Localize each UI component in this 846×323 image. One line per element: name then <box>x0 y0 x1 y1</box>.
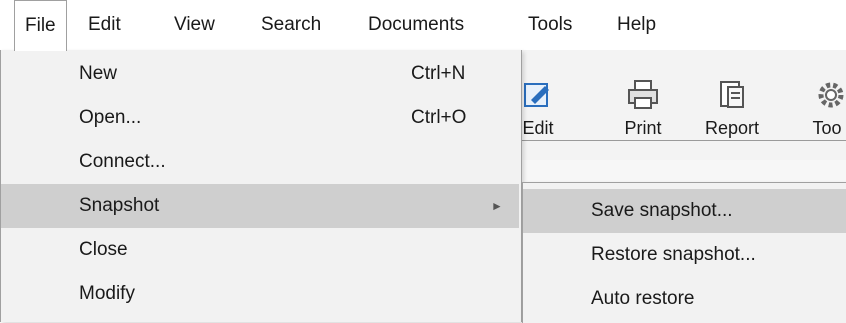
file-menu-item-new[interactable]: New Ctrl+N <box>1 52 519 96</box>
toolbar-print-button[interactable]: Print <box>608 70 678 139</box>
menu-view[interactable]: View <box>164 0 225 50</box>
menu-edit[interactable]: Edit <box>78 0 131 50</box>
toolbar-tools-button[interactable]: Too <box>808 70 846 139</box>
printer-icon <box>626 78 660 112</box>
report-icon <box>715 78 749 112</box>
toolbar-report-button[interactable]: Report <box>692 70 772 139</box>
edit-icon <box>521 78 555 112</box>
file-menu-item-close[interactable]: Close <box>1 228 519 272</box>
menu-bar: File Edit View Search Documents Tools He… <box>0 0 846 51</box>
file-menu-item-open[interactable]: Open... Ctrl+O <box>1 96 519 140</box>
snapshot-submenu: Save snapshot... Restore snapshot... Aut… <box>522 182 846 323</box>
menu-tools[interactable]: Tools <box>518 0 582 50</box>
menu-documents[interactable]: Documents <box>358 0 474 50</box>
menu-help[interactable]: Help <box>607 0 666 50</box>
file-menu-item-snapshot[interactable]: Snapshot ► <box>1 184 519 228</box>
submenu-arrow-icon: ► <box>491 199 503 213</box>
submenu-item-save-snapshot[interactable]: Save snapshot... <box>523 189 846 233</box>
file-menu-item-connect[interactable]: Connect... <box>1 140 519 184</box>
toolbar-separator <box>520 140 846 141</box>
menu-file[interactable]: File <box>14 0 67 51</box>
file-menu-dropdown: New Ctrl+N Open... Ctrl+O Connect... Sna… <box>0 50 522 322</box>
submenu-item-restore-snapshot[interactable]: Restore snapshot... <box>523 233 846 277</box>
submenu-item-auto-restore[interactable]: Auto restore <box>523 277 846 321</box>
gear-icon <box>814 78 846 112</box>
menu-search[interactable]: Search <box>251 0 331 50</box>
file-menu-item-modify[interactable]: Modify <box>1 272 519 316</box>
